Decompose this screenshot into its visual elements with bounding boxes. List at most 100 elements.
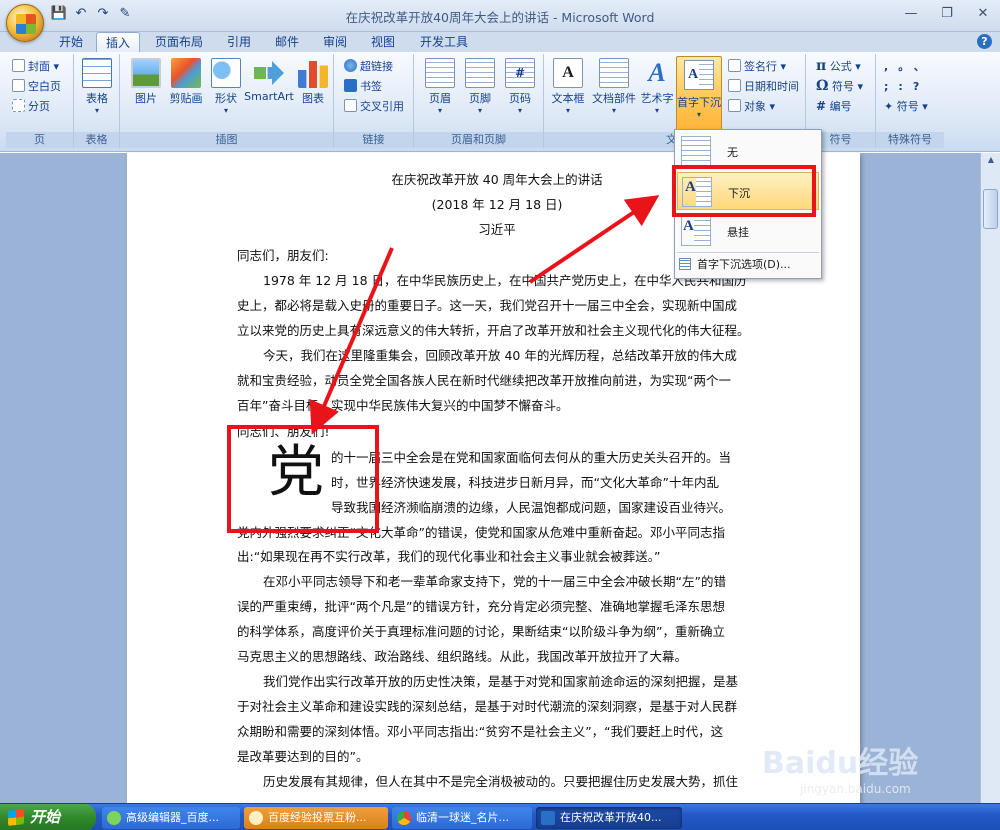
baidu-watermark: Baidu经验 jingyan.baidu.com (762, 738, 992, 798)
watermark-url: jingyan.baidu.com (800, 782, 911, 796)
group-label: 页 (6, 132, 73, 148)
textbox-button[interactable]: A 文本框 ▾ (548, 58, 588, 115)
taskbar-item[interactable]: 高级编辑器_百度... (102, 807, 240, 829)
footer-button[interactable]: 页脚 ▾ (464, 58, 496, 115)
text-line: 的科学体系，高度评价关于真理标准问题的讨论，果断结束“以阶级斗争为纲”，重新确立 (237, 624, 725, 639)
ribbon: 封面 ▾ 空白页 分页 页 表格 ▾ 表格 图片 剪贴画 形状 ▾ SmartArt… (0, 52, 1000, 152)
tab-developer[interactable]: 开发工具 (414, 32, 474, 52)
restore-icon[interactable]: ❐ (936, 4, 958, 24)
office-logo-icon (16, 14, 36, 34)
chrome-icon (397, 811, 411, 825)
cover-page-button[interactable]: 封面 ▾ (12, 58, 59, 76)
shapes-button[interactable]: 形状 ▾ (210, 58, 242, 115)
group-label: 链接 (334, 132, 413, 148)
close-icon[interactable]: ✕ (972, 4, 994, 24)
cross-reference-button[interactable]: 交叉引用 (344, 98, 404, 116)
taskbar-item[interactable]: 临清一球迷_名片... (392, 807, 532, 829)
equation-button[interactable]: π 公式 ▾ (816, 58, 861, 76)
vertical-scrollbar[interactable]: ▲ (980, 153, 1000, 803)
scroll-up-icon[interactable]: ▲ (982, 155, 1000, 171)
bookmark-button[interactable]: 书签 (344, 78, 382, 96)
menu-separator (677, 252, 819, 253)
textbox-icon: A (553, 58, 583, 88)
text-line: 在邓小平同志领导下和老一辈革命家支持下，党的十一届三中全会冲破长期“左”的错 (263, 574, 726, 589)
tab-page-layout[interactable]: 页面布局 (150, 32, 208, 52)
ribbon-tabs: 开始 插入 页面布局 引用 邮件 审阅 视图 开发工具 ? (0, 32, 1000, 52)
start-button[interactable]: 开始 (0, 804, 96, 830)
header-button[interactable]: 页眉 ▾ (424, 58, 456, 115)
text-line: 我们党作出实行改革开放的历史性决策，是基于对党和国家前途命运的深刻把握，是基 (263, 674, 739, 689)
scroll-thumb[interactable] (983, 189, 998, 229)
symbol-button[interactable]: Ω 符号 ▾ (816, 78, 863, 96)
object-icon (728, 99, 741, 112)
picture-button[interactable]: 图片 (130, 58, 162, 106)
chart-icon (298, 61, 328, 88)
text-line: 导致我国经济濒临崩溃的边缘，人民温饱都成问题，国家建设百业待兴。 (331, 500, 732, 515)
omega-icon: Ω (816, 78, 829, 94)
dropcap-none-icon (681, 136, 711, 166)
text-line: 百年”奋斗目标、实现中华民族伟大复兴的中国梦不懈奋斗。 (237, 398, 569, 413)
tab-home[interactable]: 开始 (56, 32, 86, 52)
dropcap-button[interactable]: A 首字下沉 ▾ (676, 56, 722, 132)
special-symbols-row2[interactable]: ;:? (884, 78, 929, 96)
tab-view[interactable]: 视图 (366, 32, 400, 52)
windows-logo-icon (8, 809, 24, 826)
page-break-button[interactable]: 分页 (12, 98, 50, 116)
special-symbols-row1[interactable]: ,。、 (884, 58, 935, 76)
table-button[interactable]: 表格 ▾ (82, 58, 112, 115)
text-line: 同志们，朋友们: (237, 248, 329, 263)
hyperlink-button[interactable]: 超链接 (344, 58, 393, 76)
browser-icon (107, 811, 121, 825)
table-icon (82, 58, 112, 88)
title-bar: 💾 ↶ ↷ ✎ 在庆祝改革开放40周年大会上的讲话 - Microsoft Wo… (0, 0, 1000, 42)
object-button[interactable]: 对象 ▾ (728, 98, 775, 116)
group-label: 插图 (120, 132, 333, 148)
signature-line-button[interactable]: 签名行 ▾ (728, 58, 786, 76)
chart-button[interactable]: 图表 (298, 58, 328, 106)
text-line: 出:“如果现在再不实行改革，我们的现代化事业和社会主义事业就会被葬送。” (237, 549, 661, 564)
dropcap-icon: A (684, 60, 714, 90)
group-label: 特殊符号 (876, 132, 944, 148)
group-label: 表格 (74, 132, 119, 148)
page-break-icon (12, 99, 25, 112)
tab-mailings[interactable]: 邮件 (270, 32, 304, 52)
dropcap-options-icon (679, 258, 691, 270)
office-button[interactable] (6, 4, 44, 42)
taskbar-item-active[interactable]: 在庆祝改革开放40... (536, 807, 682, 829)
page-number-button[interactable]: # 页码 ▾ (504, 58, 536, 115)
taskbar-item[interactable]: 百度经验投票互粉... (244, 807, 388, 829)
shapes-icon (211, 58, 241, 88)
smartart-button[interactable]: SmartArt (244, 58, 294, 103)
date-time-button[interactable]: 日期和时间 (728, 78, 799, 96)
window-title: 在庆祝改革开放40周年大会上的讲话 - Microsoft Word (345, 10, 655, 25)
text-line: 于对社会主义革命和建设实践的深刻总结，是基于对时代潮流的深刻洞察，是基于对人民群 (237, 699, 738, 714)
tab-references[interactable]: 引用 (222, 32, 256, 52)
annotation-box-menu (672, 165, 816, 217)
numbering-button[interactable]: # 编号 (816, 98, 852, 116)
pages-group: 封面 ▾ 空白页 分页 页 (6, 54, 74, 148)
dropcap-options-item[interactable]: 首字下沉选项(D)... (679, 256, 791, 272)
tab-insert[interactable]: 插入 (96, 32, 140, 52)
help-icon[interactable]: ? (977, 34, 992, 49)
text-line: 就和宝贵经验，动员全党全国各族人民在新时代继续把改革开放推向前进，为实现“两个一 (237, 373, 731, 388)
taskbar: 开始 高级编辑器_百度... 百度经验投票互粉... 临清一球迷_名片... 在… (0, 803, 1000, 830)
blank-page-button[interactable]: 空白页 (12, 78, 61, 96)
header-icon (425, 58, 455, 88)
menu-item-in-margin[interactable]: A 悬挂 (677, 212, 819, 250)
picture-icon (131, 58, 161, 88)
smartart-icon (254, 61, 284, 85)
footer-icon (465, 58, 495, 88)
text-line: 时，世界经济快速发展，科技进步日新月异，而“文化大革命”十年内乱 (331, 475, 719, 490)
wordart-button[interactable]: A 艺术字 ▾ (638, 58, 676, 115)
window-controls: — ❐ ✕ (900, 4, 994, 24)
text-line: 史上，都必将是载入史册的重要日子。这一天，我们党召开十一届三中全会，实现新中国成 (237, 298, 738, 313)
special-symbols-group: ,。、 ;:? ✦ 符号 ▾ 特殊符号 (876, 54, 944, 148)
clipart-button[interactable]: 剪贴画 (166, 58, 206, 106)
watermark-logo: Baidu经验 (762, 746, 919, 781)
minimize-icon[interactable]: — (900, 4, 922, 24)
quick-parts-button[interactable]: 文档部件 ▾ (590, 58, 638, 115)
tab-review[interactable]: 审阅 (318, 32, 352, 52)
more-symbols-button[interactable]: ✦ 符号 ▾ (884, 98, 928, 116)
links-group: 超链接 书签 交叉引用 链接 (334, 54, 414, 148)
hyperlink-icon (344, 59, 357, 72)
